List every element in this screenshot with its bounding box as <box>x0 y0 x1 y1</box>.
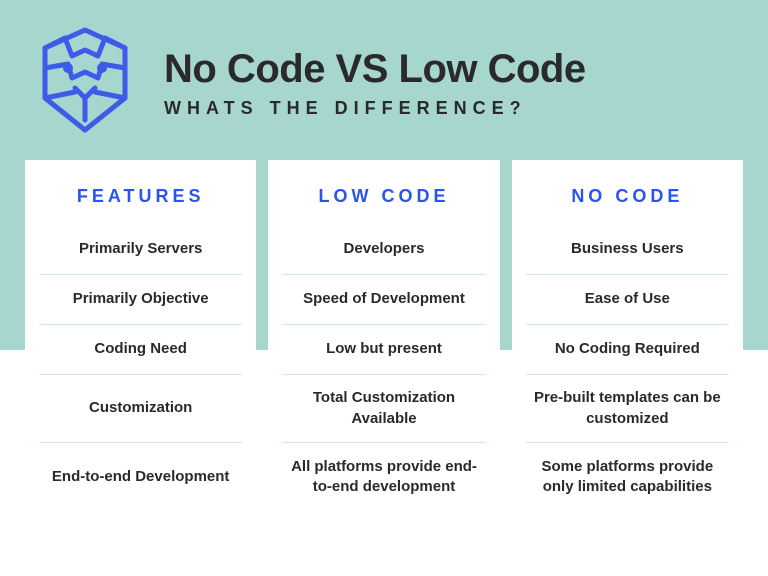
column-header: LOW CODE <box>282 186 485 207</box>
column-header: FEATURES <box>39 186 242 207</box>
table-cell: Total Customization Available <box>282 375 485 443</box>
table-cell: Business Users <box>526 225 729 275</box>
title-block: No Code VS Low Code WHATS THE DIFFERENCE… <box>164 47 586 119</box>
table-cell: Primarily Servers <box>39 225 242 275</box>
column-features: FEATURES Primarily Servers Primarily Obj… <box>25 160 256 531</box>
column-low-code: LOW CODE Developers Speed of Development… <box>268 160 499 531</box>
table-cell: No Coding Required <box>526 325 729 375</box>
table-cell: All platforms provide end-to-end develop… <box>282 443 485 511</box>
table-cell: Coding Need <box>39 325 242 375</box>
logo-icon <box>30 20 140 145</box>
table-cell: Primarily Objective <box>39 275 242 325</box>
table-cell: Pre-built templates can be customized <box>526 375 729 443</box>
table-cell: Some platforms provide only limited capa… <box>526 443 729 511</box>
comparison-table: FEATURES Primarily Servers Primarily Obj… <box>0 160 768 531</box>
page-title: No Code VS Low Code <box>164 47 586 92</box>
table-cell: Developers <box>282 225 485 275</box>
table-cell: Customization <box>39 375 242 443</box>
column-no-code: NO CODE Business Users Ease of Use No Co… <box>512 160 743 531</box>
table-cell: Low but present <box>282 325 485 375</box>
column-header: NO CODE <box>526 186 729 207</box>
table-cell: Ease of Use <box>526 275 729 325</box>
table-cell: End-to-end Development <box>39 443 242 511</box>
page-subtitle: WHATS THE DIFFERENCE? <box>164 98 586 119</box>
header-top: No Code VS Low Code WHATS THE DIFFERENCE… <box>30 20 738 145</box>
table-cell: Speed of Development <box>282 275 485 325</box>
